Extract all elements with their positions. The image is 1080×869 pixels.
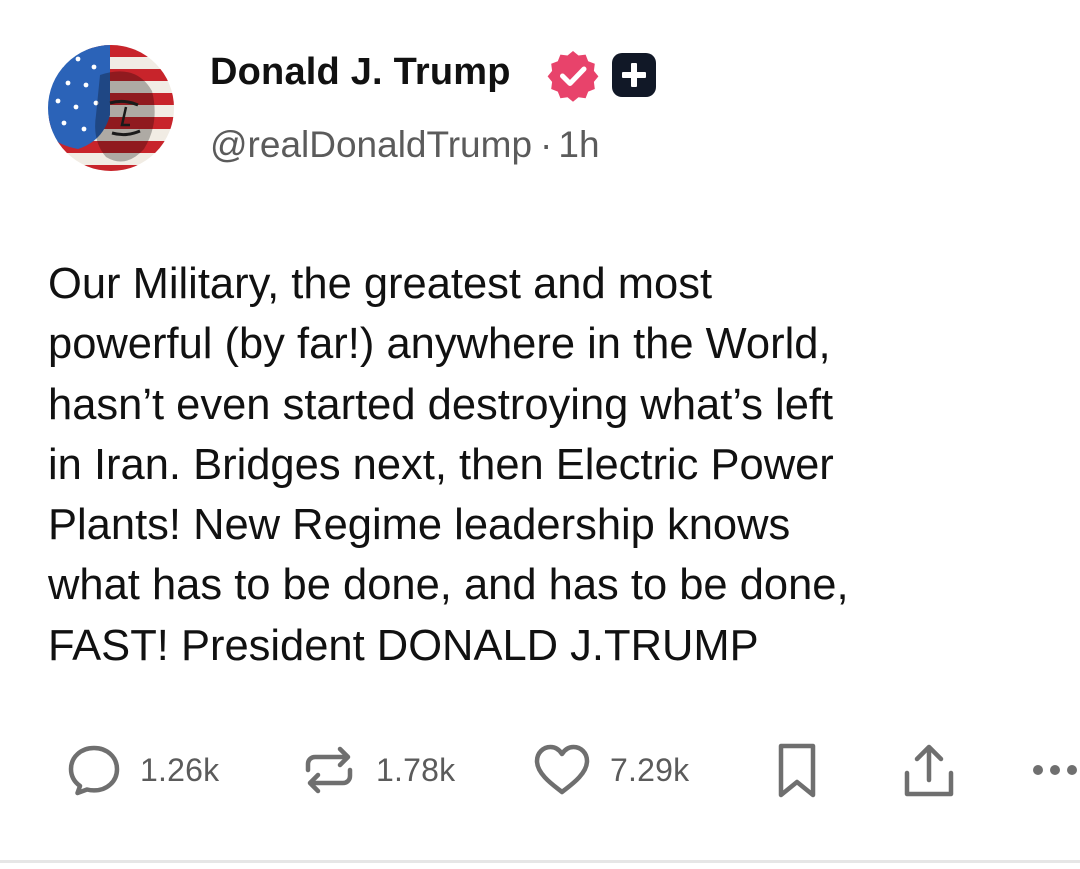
- post-body-line: powerful (by far!) anywhere in the World…: [48, 320, 831, 369]
- post-body-line: hasn’t even started destroying what’s le…: [48, 380, 834, 429]
- share-button[interactable]: [900, 738, 958, 802]
- like-button[interactable]: 7.29k: [532, 738, 689, 802]
- post-body: Our Military, the greatest and most powe…: [48, 254, 1048, 676]
- author-handle[interactable]: @realDonaldTrump: [210, 124, 532, 165]
- post-body-line: in Iran. Bridges next, then Electric Pow…: [48, 440, 834, 489]
- repost-button[interactable]: 1.78k: [300, 738, 455, 802]
- post-body-line: Plants! New Regime leadership knows: [48, 501, 791, 550]
- post-divider: [0, 860, 1080, 863]
- bookmark-button[interactable]: [772, 738, 822, 802]
- bookmark-icon: [778, 743, 816, 798]
- meta-separator: ·: [540, 124, 553, 165]
- repost-icon: [305, 746, 353, 794]
- reply-count: 1.26k: [140, 751, 220, 788]
- post-body-line: Our Military, the greatest and most: [48, 260, 713, 308]
- reply-button[interactable]: 1.26k: [66, 738, 219, 802]
- share-icon: [904, 744, 954, 797]
- post-card: Donald J. Trump @realDonaldTrump · 1h Our …: [0, 0, 1080, 863]
- post-timestamp[interactable]: 1h: [558, 124, 599, 165]
- author-display-name[interactable]: Donald J. Trump: [210, 46, 511, 98]
- like-count: 7.29k: [610, 751, 690, 788]
- post-body-line: FAST! President DONALD J.TRUMP: [48, 621, 759, 670]
- more-icon: [1033, 765, 1077, 775]
- verified-badge-icon: [547, 51, 599, 102]
- plus-badge-icon: [612, 53, 656, 97]
- more-button[interactable]: [1030, 738, 1080, 802]
- reply-icon: [68, 745, 120, 796]
- avatar[interactable]: [48, 45, 174, 171]
- author-meta: @realDonaldTrump · 1h: [210, 120, 600, 170]
- action-bar: 1.26k 1.78k 7.29k: [0, 738, 1080, 802]
- heart-icon: [534, 744, 590, 795]
- post-body-line: what has to be done, and has to be done,: [48, 561, 849, 610]
- repost-count: 1.78k: [376, 751, 456, 788]
- avatar-image: [48, 45, 174, 171]
